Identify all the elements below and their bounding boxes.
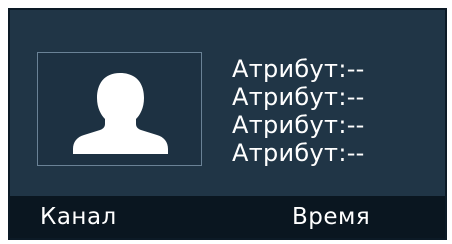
face-capture-card[interactable]: Атрибут:-- Атрибут:-- Атрибут:-- Атрибут… bbox=[8, 8, 447, 240]
attribute-value: -- bbox=[346, 111, 365, 139]
attribute-label: Атрибут bbox=[232, 83, 339, 111]
attribute-separator: : bbox=[338, 111, 347, 139]
attribute-label: Атрибут bbox=[232, 55, 339, 83]
attribute-value: -- bbox=[346, 139, 365, 167]
attribute-row: Атрибут:-- bbox=[232, 111, 442, 139]
channel-label: Канал bbox=[40, 204, 117, 230]
attribute-separator: : bbox=[338, 83, 347, 111]
face-photo-frame bbox=[37, 52, 202, 166]
attribute-value: -- bbox=[346, 83, 365, 111]
attribute-value: -- bbox=[346, 55, 365, 83]
attribute-separator: : bbox=[338, 55, 347, 83]
person-silhouette-icon bbox=[73, 73, 168, 154]
attribute-label: Атрибут bbox=[232, 139, 339, 167]
attribute-row: Атрибут:-- bbox=[232, 139, 442, 167]
attribute-list: Атрибут:-- Атрибут:-- Атрибут:-- Атрибут… bbox=[232, 55, 442, 167]
attribute-label: Атрибут bbox=[232, 111, 339, 139]
attribute-row: Атрибут:-- bbox=[232, 55, 442, 83]
attribute-row: Атрибут:-- bbox=[232, 83, 442, 111]
card-footer: Канал Время bbox=[10, 196, 445, 238]
time-label: Время bbox=[292, 204, 371, 230]
attribute-separator: : bbox=[338, 139, 347, 167]
